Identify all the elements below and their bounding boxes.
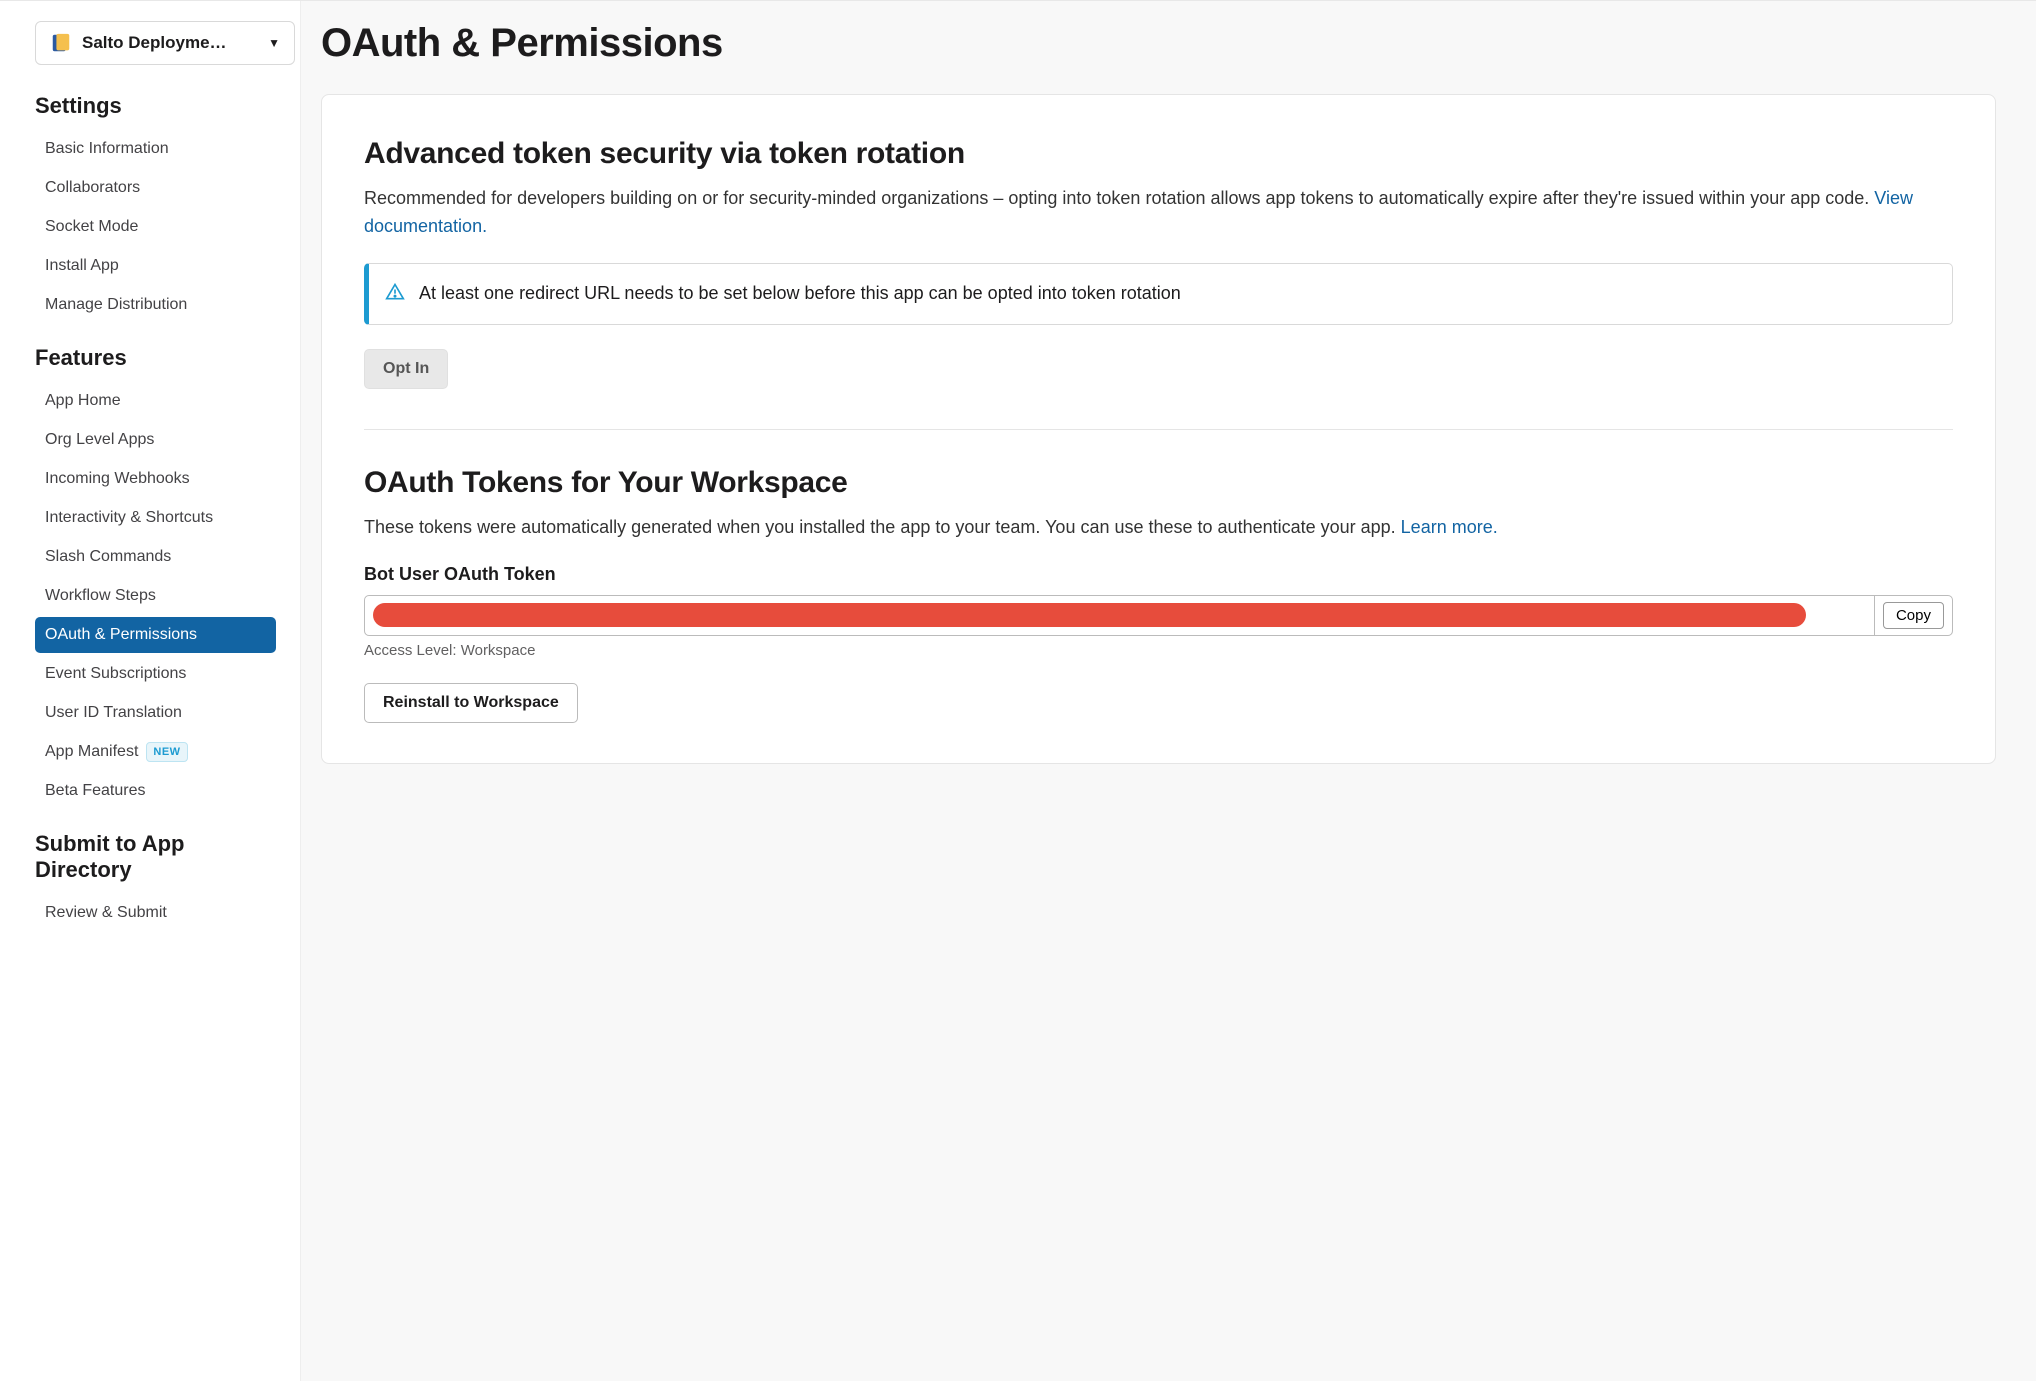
app-icon bbox=[50, 32, 72, 54]
nav-app-home[interactable]: App Home bbox=[35, 383, 276, 419]
opt-in-button[interactable]: Opt In bbox=[364, 349, 448, 389]
app-selector[interactable]: Salto Deployme… ▼ bbox=[35, 21, 295, 65]
bot-token-row: Copy bbox=[364, 595, 1953, 636]
bot-token-value[interactable] bbox=[365, 596, 1874, 635]
nav-slash-commands[interactable]: Slash Commands bbox=[35, 539, 276, 575]
reinstall-button[interactable]: Reinstall to Workspace bbox=[364, 683, 578, 723]
nav-app-manifest[interactable]: App Manifest NEW bbox=[35, 734, 276, 770]
settings-card: Advanced token security via token rotati… bbox=[321, 94, 1996, 764]
nav-review-submit[interactable]: Review & Submit bbox=[35, 895, 276, 931]
sidebar-section-submit: Submit to App Directory bbox=[35, 831, 276, 883]
warning-icon bbox=[385, 282, 405, 308]
nav-interactivity-shortcuts[interactable]: Interactivity & Shortcuts bbox=[35, 500, 276, 536]
nav-user-id-translation[interactable]: User ID Translation bbox=[35, 695, 276, 731]
caret-down-icon: ▼ bbox=[268, 36, 280, 50]
token-rotation-heading: Advanced token security via token rotati… bbox=[364, 137, 1953, 171]
main-content: OAuth & Permissions Advanced token secur… bbox=[300, 1, 2036, 1381]
alert-text: At least one redirect URL needs to be se… bbox=[419, 280, 1181, 307]
nav-install-app[interactable]: Install App bbox=[35, 248, 276, 284]
divider bbox=[364, 429, 1953, 430]
redirect-url-alert: At least one redirect URL needs to be se… bbox=[364, 263, 1953, 325]
bot-token-label: Bot User OAuth Token bbox=[364, 564, 1953, 585]
nav-oauth-permissions[interactable]: OAuth & Permissions bbox=[35, 617, 276, 653]
access-level: Access Level: Workspace bbox=[364, 642, 1953, 659]
oauth-tokens-description: These tokens were automatically generate… bbox=[364, 514, 1953, 542]
nav-collaborators[interactable]: Collaborators bbox=[35, 170, 276, 206]
copy-button[interactable]: Copy bbox=[1883, 602, 1944, 629]
sidebar-section-settings: Settings bbox=[35, 93, 276, 119]
nav-workflow-steps[interactable]: Workflow Steps bbox=[35, 578, 276, 614]
redacted-token bbox=[373, 603, 1806, 627]
app-selector-label: Salto Deployme… bbox=[82, 33, 260, 53]
sidebar-section-features: Features bbox=[35, 345, 276, 371]
oauth-tokens-heading: OAuth Tokens for Your Workspace bbox=[364, 466, 1953, 500]
nav-event-subscriptions[interactable]: Event Subscriptions bbox=[35, 656, 276, 692]
nav-incoming-webhooks[interactable]: Incoming Webhooks bbox=[35, 461, 276, 497]
nav-socket-mode[interactable]: Socket Mode bbox=[35, 209, 276, 245]
learn-more-link[interactable]: Learn more. bbox=[1401, 517, 1498, 537]
new-badge: NEW bbox=[146, 742, 187, 763]
page-title: OAuth & Permissions bbox=[321, 21, 1996, 66]
nav-beta-features[interactable]: Beta Features bbox=[35, 773, 276, 809]
nav-manage-distribution[interactable]: Manage Distribution bbox=[35, 287, 276, 323]
nav-org-level-apps[interactable]: Org Level Apps bbox=[35, 422, 276, 458]
token-rotation-description: Recommended for developers building on o… bbox=[364, 185, 1953, 241]
sidebar: Salto Deployme… ▼ Settings Basic Informa… bbox=[0, 1, 300, 1381]
nav-basic-information[interactable]: Basic Information bbox=[35, 131, 276, 167]
copy-cell: Copy bbox=[1874, 596, 1952, 635]
